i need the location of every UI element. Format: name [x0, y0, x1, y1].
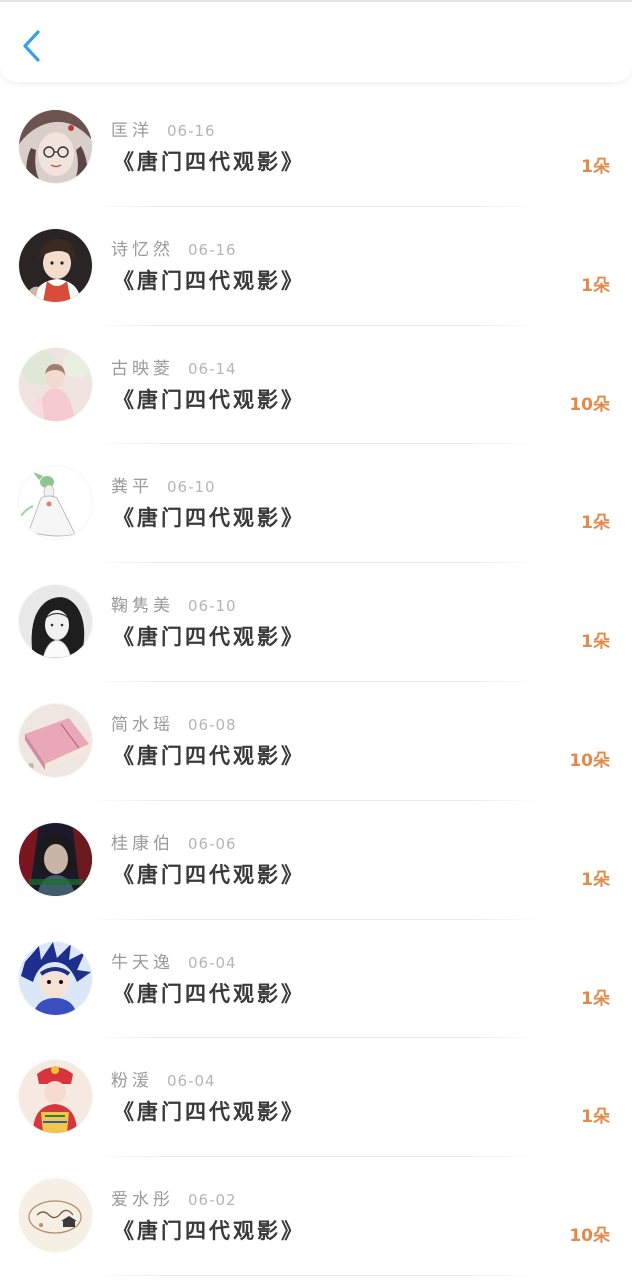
gift-amount: 1朵 [581, 513, 610, 534]
item-meta: 诗忆然 06-16 [111, 235, 237, 260]
list-item[interactable]: 牛天逸 06-04 《唐门四代观影》 1朵 [0, 920, 632, 1039]
avatar[interactable] [19, 466, 92, 540]
item-meta: 匡洋 06-16 [111, 116, 216, 141]
item-meta: 古映菱 06-14 [111, 354, 237, 379]
avatar-white-figure [19, 466, 92, 540]
item-date: 06-06 [188, 834, 237, 853]
book-title: 《唐门四代观影》 [113, 386, 305, 412]
avatar[interactable] [19, 822, 92, 896]
top-bar [0, 0, 632, 82]
item-meta: 牛天逸 06-04 [111, 948, 237, 973]
user-name: 粉湲 [111, 1071, 153, 1092]
user-name: 粪平 [111, 477, 153, 498]
item-date: 06-02 [188, 1191, 237, 1210]
user-name: 简水瑶 [111, 714, 174, 735]
gift-amount: 1朵 [581, 988, 610, 1009]
row-divider [90, 1274, 540, 1276]
gift-list: 匡洋 06-16 《唐门四代观影》 1朵 诗忆然 06-16 《唐门四代观影》 1朵 古映菱… [0, 88, 632, 1276]
item-date: 06-16 [167, 122, 216, 140]
avatar-girl-glasses [19, 110, 92, 183]
user-name: 牛天逸 [111, 952, 174, 973]
book-title: 《唐门四代观影》 [113, 624, 305, 650]
list-item[interactable]: 诗忆然 06-16 《唐门四代观影》 1朵 [0, 207, 632, 326]
item-meta: 粉湲 06-04 [111, 1066, 216, 1091]
avatar-dark-portrait [19, 822, 92, 896]
avatar-doodle-cream [19, 1179, 92, 1253]
gift-amount: 10朵 [569, 394, 610, 415]
item-meta: 鞠隽美 06-10 [111, 591, 237, 616]
list-item[interactable]: 古映菱 06-14 《唐门四代观影》 10朵 [0, 326, 632, 445]
user-name: 诗忆然 [111, 239, 174, 260]
item-meta: 简水瑶 06-08 [111, 710, 237, 735]
book-title: 《唐门四代观影》 [113, 267, 305, 293]
item-date: 06-10 [188, 597, 237, 616]
chevron-left-icon [23, 30, 40, 62]
gift-amount: 1朵 [581, 632, 610, 653]
list-item[interactable]: 爱水彤 06-02 《唐门四代观影》 10朵 [0, 1157, 632, 1276]
item-date: 06-16 [188, 240, 237, 259]
avatar[interactable] [19, 1179, 92, 1253]
book-title: 《唐门四代观影》 [113, 505, 305, 531]
avatar-sketch-girl [19, 585, 92, 659]
avatar[interactable] [19, 585, 92, 659]
avatar[interactable] [19, 110, 92, 183]
avatar-red-costume [19, 1060, 92, 1134]
user-name: 古映菱 [111, 358, 174, 379]
item-meta: 爱水彤 06-02 [111, 1185, 237, 1210]
list-item[interactable]: 粪平 06-10 《唐门四代观影》 1朵 [0, 444, 632, 564]
item-meta: 粪平 06-10 [111, 472, 216, 497]
user-name: 桂康伯 [111, 833, 174, 854]
gift-amount: 1朵 [581, 157, 610, 177]
user-name: 爱水彤 [111, 1190, 174, 1211]
list-item[interactable]: 鞠隽美 06-10 《唐门四代观影》 1朵 [0, 563, 632, 682]
avatar[interactable] [19, 1060, 92, 1134]
book-title: 《唐门四代观影》 [113, 742, 305, 768]
gift-amount: 10朵 [569, 1226, 610, 1247]
avatar-blue-anime [19, 941, 92, 1015]
item-date: 06-08 [188, 715, 237, 734]
list-item[interactable]: 桂康伯 06-06 《唐门四代观影》 1朵 [0, 801, 632, 920]
book-title: 《唐门四代观影》 [113, 861, 305, 887]
item-meta: 桂康伯 06-06 [111, 829, 237, 854]
item-date: 06-04 [167, 1072, 216, 1091]
avatar-anime-boy [19, 228, 92, 302]
list-item[interactable]: 粉湲 06-04 《唐门四代观影》 1朵 [0, 1038, 632, 1158]
avatar[interactable] [19, 228, 92, 302]
book-title: 《唐门四代观影》 [113, 1218, 305, 1244]
avatar-pink-photo [19, 347, 92, 421]
item-date: 06-10 [167, 478, 216, 497]
book-title: 《唐门四代观影》 [113, 980, 305, 1006]
back-button[interactable] [14, 26, 50, 66]
avatar[interactable] [19, 941, 92, 1015]
avatar[interactable] [19, 703, 92, 777]
user-name: 匡洋 [111, 121, 153, 141]
avatar-pink-notebook [19, 703, 92, 777]
gift-amount: 10朵 [569, 750, 610, 771]
gift-amount: 1朵 [581, 1107, 610, 1128]
book-title: 《唐门四代观影》 [113, 1099, 305, 1125]
item-date: 06-14 [188, 359, 237, 378]
user-name: 鞠隽美 [111, 596, 174, 617]
gift-amount: 1朵 [581, 275, 610, 296]
list-item[interactable]: 简水瑶 06-08 《唐门四代观影》 10朵 [0, 682, 632, 801]
gift-amount: 1朵 [581, 869, 610, 890]
list-item[interactable]: 匡洋 06-16 《唐门四代观影》 1朵 [0, 88, 632, 207]
avatar[interactable] [19, 347, 92, 421]
item-date: 06-04 [188, 953, 237, 972]
book-title: 《唐门四代观影》 [113, 149, 305, 174]
